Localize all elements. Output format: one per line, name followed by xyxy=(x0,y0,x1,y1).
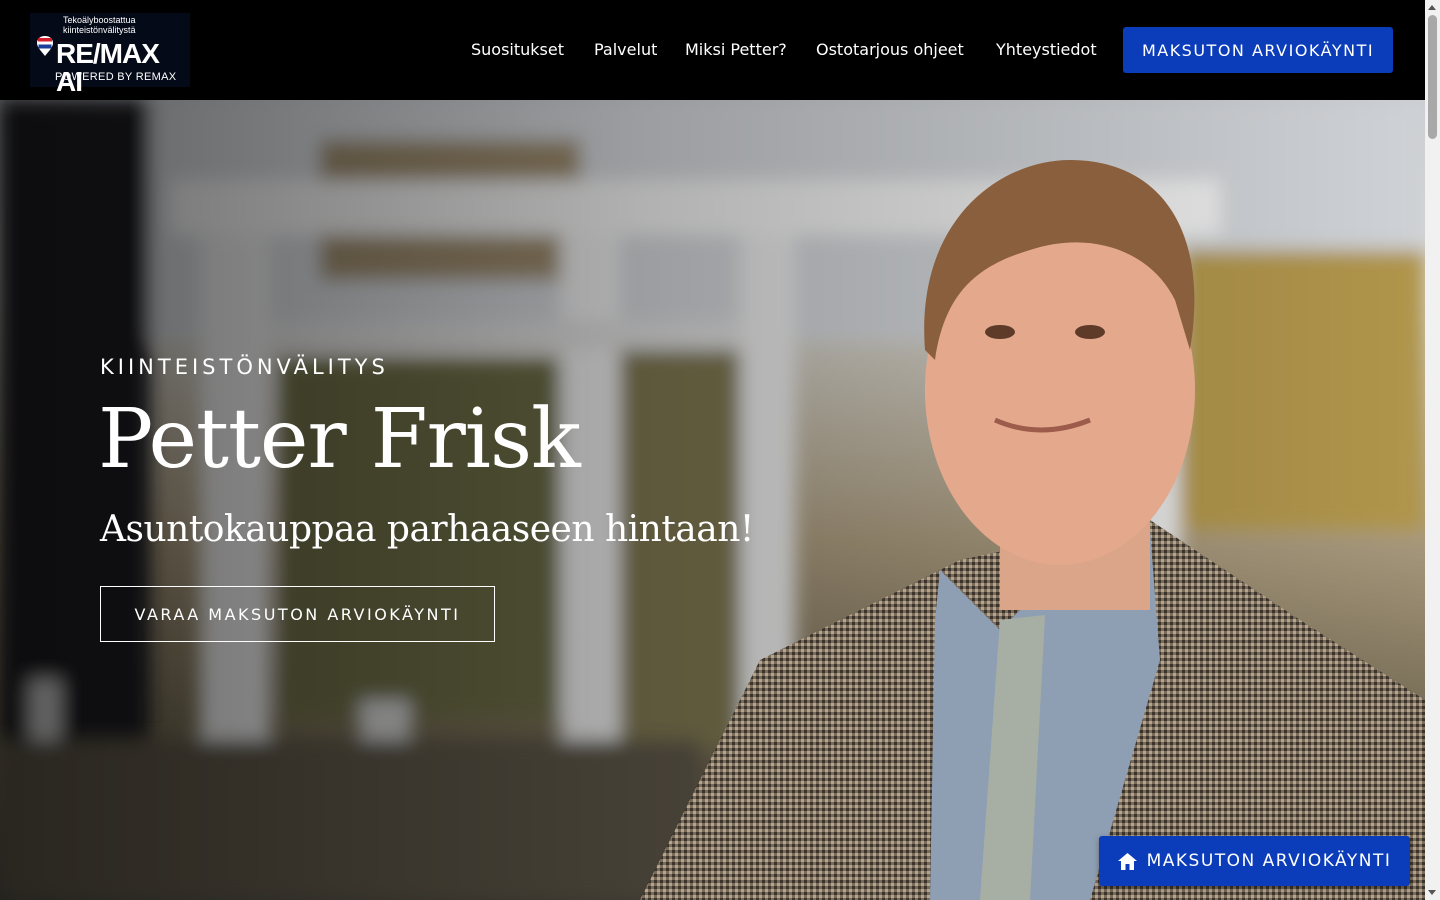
nav-link-palvelut[interactable]: Palvelut xyxy=(594,40,657,59)
scrollbar-thumb[interactable] xyxy=(1428,15,1437,139)
hero-section: KIINTEISTÖNVÄLITYS Petter Frisk Asuntoka… xyxy=(0,100,1425,900)
floating-cta-button[interactable]: MAKSUTON ARVIOKÄYNTI xyxy=(1099,836,1410,886)
nav-link-miksi-petter[interactable]: Miksi Petter? xyxy=(685,40,787,59)
hero-subtitle: Asuntokauppaa parhaaseen hintaan! xyxy=(100,509,754,550)
nav-link-ostotarjous-ohjeet[interactable]: Ostotarjous ohjeet xyxy=(816,40,964,59)
book-appraisal-button[interactable]: VARAA MAKSUTON ARVIOKÄYNTI xyxy=(100,586,495,642)
logo-powered-by: POWERED BY REMAX xyxy=(55,71,177,83)
nav-link-yhteystiedot[interactable]: Yhteystiedot xyxy=(996,40,1097,59)
remax-ai-logo[interactable]: Tekoälyboostattua kiinteistönvälitystä R… xyxy=(30,13,190,96)
floating-cta-label: MAKSUTON ARVIOKÄYNTI xyxy=(1146,851,1392,871)
home-icon xyxy=(1117,852,1137,870)
scroll-up-arrow-icon[interactable] xyxy=(1428,5,1436,10)
balloon-badge-icon xyxy=(37,36,53,56)
nav-link-suositukset[interactable]: Suositukset xyxy=(471,40,564,59)
hero-background-photo xyxy=(0,100,1425,900)
logo-wordmark: RE/MAX AI xyxy=(56,38,160,97)
hero-title: Petter Frisk xyxy=(98,392,581,487)
page-scrollbar[interactable] xyxy=(1425,0,1440,900)
hero-kicker: KIINTEISTÖNVÄLITYS xyxy=(100,355,389,379)
scroll-down-arrow-icon[interactable] xyxy=(1428,890,1436,895)
logo-tagline: Tekoälyboostattua kiinteistönvälitystä xyxy=(63,15,136,35)
site-header: Tekoälyboostattua kiinteistönvälitystä R… xyxy=(0,0,1425,100)
header-cta-button[interactable]: MAKSUTON ARVIOKÄYNTI xyxy=(1123,27,1393,73)
